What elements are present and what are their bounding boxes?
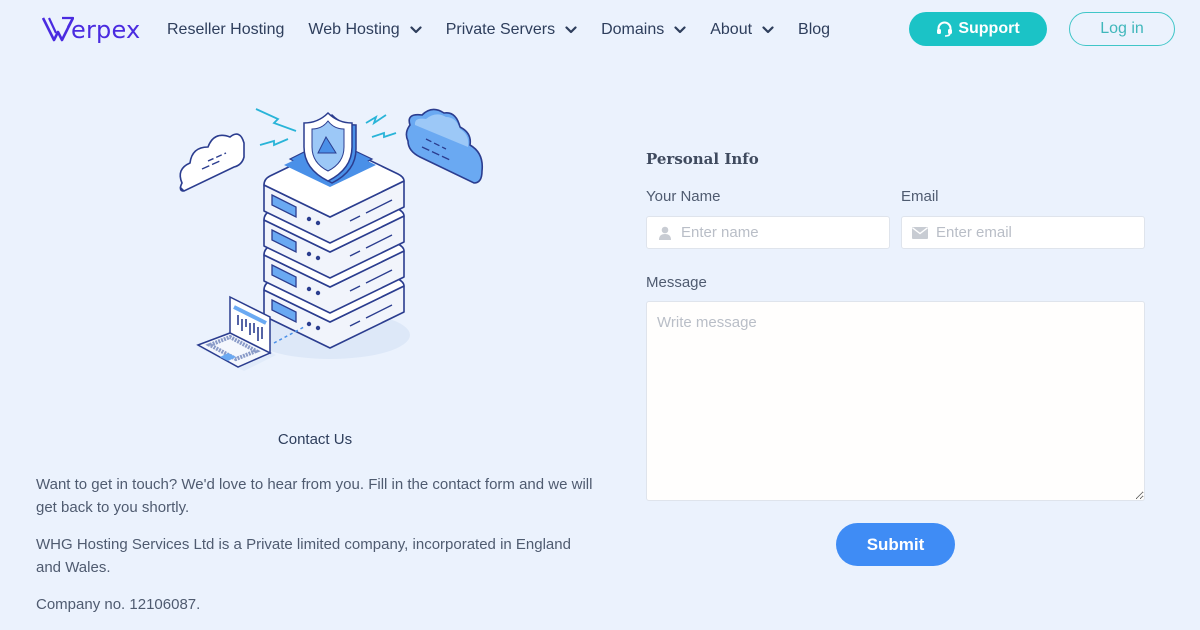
nav-label: Blog bbox=[798, 21, 831, 38]
logo[interactable]: erpex bbox=[42, 14, 140, 44]
chevron-down-icon bbox=[410, 26, 422, 34]
nav-item-domains[interactable]: Domains bbox=[601, 21, 686, 39]
message-label: Message bbox=[646, 274, 707, 291]
nav-label: Web Hosting bbox=[308, 21, 400, 38]
submit-button[interactable]: Submit bbox=[836, 523, 955, 566]
chevron-down-icon bbox=[565, 26, 577, 34]
chevron-down-icon bbox=[762, 26, 774, 34]
contact-us-title: Contact Us bbox=[277, 431, 353, 448]
login-label: Log in bbox=[1100, 20, 1144, 37]
user-icon bbox=[657, 225, 673, 241]
submit-label: Submit bbox=[866, 534, 925, 554]
nav-item-reseller-hosting[interactable]: Reseller Hosting bbox=[167, 21, 284, 39]
form-heading: Personal Info bbox=[646, 150, 759, 168]
nav-label: Private Servers bbox=[445, 21, 556, 38]
name-field bbox=[646, 216, 890, 249]
message-textarea[interactable] bbox=[646, 301, 1145, 501]
login-button[interactable]: Log in bbox=[1069, 12, 1175, 46]
logo-mark-icon bbox=[42, 16, 74, 42]
company-number: Company no. 12106087. bbox=[36, 596, 201, 613]
intro-paragraph: Want to get in touch? We'd love to hear … bbox=[36, 476, 593, 516]
chevron-down-icon bbox=[674, 26, 686, 34]
company-paragraph: WHG Hosting Services Ltd is a Private li… bbox=[36, 536, 571, 576]
server-illustration bbox=[179, 108, 484, 371]
cloud-right-icon bbox=[405, 108, 484, 184]
nav-item-blog[interactable]: Blog bbox=[798, 21, 830, 39]
logo-text: erpex bbox=[71, 16, 141, 44]
nav-label: Reseller Hosting bbox=[167, 21, 285, 38]
nav-item-about[interactable]: About bbox=[710, 21, 774, 39]
support-button[interactable]: Support bbox=[909, 12, 1047, 46]
email-input[interactable] bbox=[936, 217, 1144, 248]
name-input[interactable] bbox=[681, 217, 889, 248]
name-label: Your Name bbox=[646, 188, 721, 205]
envelope-icon bbox=[912, 225, 928, 241]
support-label: Support bbox=[958, 20, 1020, 37]
nav-item-private-servers[interactable]: Private Servers bbox=[446, 21, 577, 39]
cloud-left-icon bbox=[179, 133, 245, 192]
site-header: erpex Reseller Hosting Web Hosting Priva… bbox=[0, 0, 1200, 60]
email-field bbox=[901, 216, 1145, 249]
email-label: Email bbox=[901, 188, 939, 205]
nav-label: Domains bbox=[601, 21, 665, 38]
nav-item-web-hosting[interactable]: Web Hosting bbox=[308, 21, 422, 39]
main-nav: Reseller Hosting Web Hosting Private Ser… bbox=[167, 0, 854, 60]
headset-icon bbox=[937, 21, 953, 37]
nav-label: About bbox=[710, 21, 753, 38]
